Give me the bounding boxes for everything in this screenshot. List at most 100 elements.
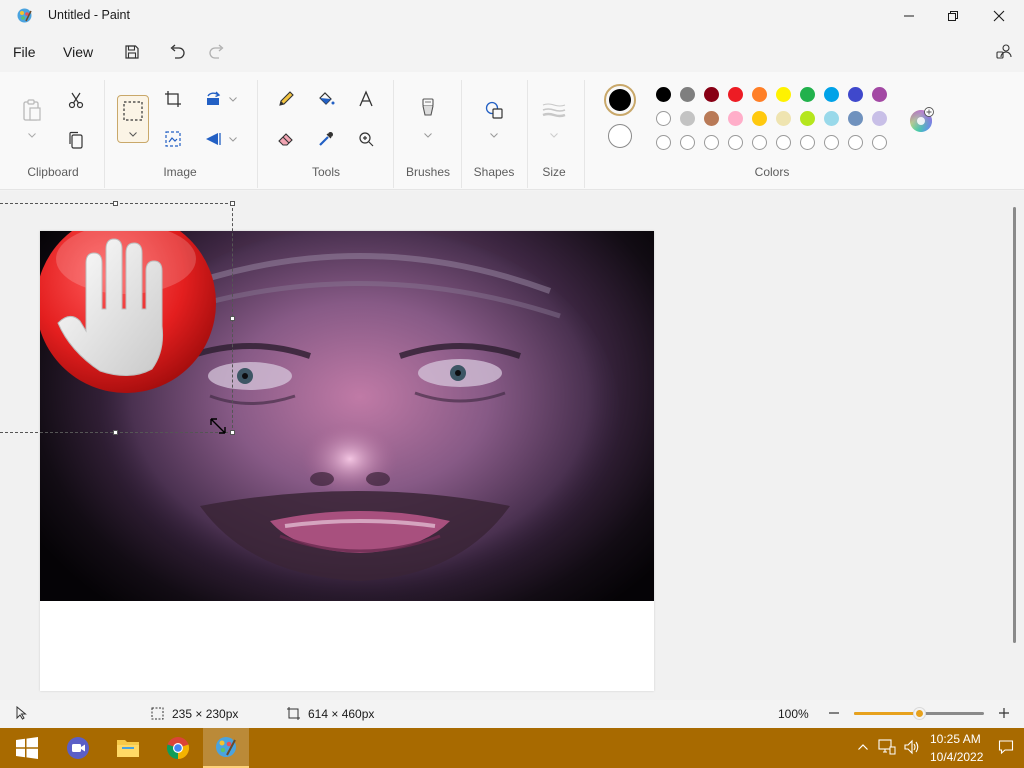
select-button[interactable]: [117, 95, 149, 143]
paint-taskbar-button[interactable]: [203, 728, 249, 768]
minimize-button[interactable]: [886, 0, 932, 32]
color-swatch[interactable]: [872, 111, 887, 126]
show-hidden-icons-button[interactable]: [857, 740, 869, 758]
shapes-dropdown-icon[interactable]: [489, 130, 499, 140]
color-swatch[interactable]: [680, 111, 695, 126]
custom-color-slot[interactable]: [776, 135, 791, 150]
color-swatch[interactable]: [752, 111, 767, 126]
image-group-label: Image: [163, 165, 197, 179]
selection-handle[interactable]: [230, 430, 235, 435]
color-swatch[interactable]: [656, 87, 671, 102]
flip-button[interactable]: [199, 125, 227, 153]
fill-button[interactable]: [312, 85, 340, 113]
plus-icon: [999, 708, 1009, 718]
paste-button[interactable]: [18, 94, 46, 126]
clipboard-group-label: Clipboard: [27, 165, 79, 179]
paste-dropdown-icon[interactable]: [27, 130, 37, 140]
custom-color-slot[interactable]: [752, 135, 767, 150]
custom-color-slot[interactable]: [728, 135, 743, 150]
custom-color-slot[interactable]: [824, 135, 839, 150]
account-button[interactable]: [990, 40, 1018, 64]
crop-button[interactable]: [159, 85, 187, 113]
scissors-icon: [68, 92, 84, 109]
custom-color-slot[interactable]: [848, 135, 863, 150]
secondary-color-button[interactable]: [608, 124, 632, 148]
primary-color-button[interactable]: [604, 84, 636, 116]
brushes-dropdown-icon[interactable]: [423, 130, 433, 140]
magnifier-button[interactable]: [352, 125, 380, 153]
edit-colors-button[interactable]: [908, 106, 936, 134]
rotate-dropdown-icon[interactable]: [228, 94, 238, 104]
color-swatch[interactable]: [656, 111, 671, 126]
zoom-in-button[interactable]: [996, 705, 1012, 721]
custom-color-slot[interactable]: [872, 135, 887, 150]
view-menu[interactable]: View: [63, 44, 93, 60]
chrome-button[interactable]: [155, 728, 201, 768]
flip-dropdown-icon[interactable]: [228, 134, 238, 144]
color-swatch[interactable]: [824, 111, 839, 126]
size-button[interactable]: [540, 96, 568, 124]
color-swatch[interactable]: [728, 111, 743, 126]
crop-icon: [165, 91, 181, 107]
selection-rectangle[interactable]: [0, 203, 233, 433]
color-swatch[interactable]: [800, 87, 815, 102]
select-dropdown-icon: [129, 132, 137, 137]
selection-handle[interactable]: [113, 201, 118, 206]
color-swatch[interactable]: [800, 111, 815, 126]
zoom-out-button[interactable]: [826, 705, 842, 721]
custom-color-slot[interactable]: [656, 135, 671, 150]
color-picker-button[interactable]: [312, 125, 340, 153]
file-menu[interactable]: File: [13, 44, 36, 60]
size-dropdown-icon[interactable]: [549, 130, 559, 140]
custom-color-slot[interactable]: [680, 135, 695, 150]
canvas-size-text: 614 × 460px: [308, 707, 375, 721]
color-swatch[interactable]: [824, 87, 839, 102]
vertical-scrollbar[interactable]: [1013, 207, 1016, 643]
zoom-level-text[interactable]: 100%: [778, 707, 809, 721]
notifications-button[interactable]: [998, 739, 1014, 760]
close-button[interactable]: [976, 0, 1022, 32]
redo-button[interactable]: [203, 40, 231, 64]
zoom-slider-thumb[interactable]: [913, 708, 925, 719]
clock-date[interactable]: 10/4/2022: [930, 750, 983, 764]
eraser-button[interactable]: [272, 125, 300, 153]
network-icon[interactable]: [878, 739, 896, 760]
save-button[interactable]: [118, 40, 146, 64]
color-swatch[interactable]: [680, 87, 695, 102]
windows-logo-icon: [16, 737, 38, 759]
window-title: Untitled - Paint: [48, 8, 130, 22]
rotate-button[interactable]: [199, 85, 227, 113]
color-swatch[interactable]: [776, 111, 791, 126]
custom-color-slot[interactable]: [800, 135, 815, 150]
undo-button[interactable]: [163, 40, 191, 64]
maximize-button[interactable]: [930, 0, 976, 32]
color-swatch[interactable]: [704, 87, 719, 102]
color-swatch[interactable]: [872, 87, 887, 102]
pencil-button[interactable]: [272, 85, 300, 113]
copy-button[interactable]: [62, 126, 90, 154]
shapes-icon: [485, 101, 503, 119]
file-explorer-button[interactable]: [105, 728, 151, 768]
color-swatch[interactable]: [848, 111, 863, 126]
video-call-button[interactable]: [55, 728, 101, 768]
text-button[interactable]: [352, 85, 380, 113]
custom-color-slot[interactable]: [704, 135, 719, 150]
zoom-slider[interactable]: [854, 708, 984, 719]
volume-icon[interactable]: [903, 739, 921, 760]
cut-button[interactable]: [62, 86, 90, 114]
selection-handle[interactable]: [113, 430, 118, 435]
selection-handle[interactable]: [230, 201, 235, 206]
color-swatch[interactable]: [752, 87, 767, 102]
brushes-button[interactable]: [414, 94, 442, 122]
ribbon: Clipboard Image Tools Brushes Shapes Siz…: [0, 72, 1024, 190]
color-swatch[interactable]: [704, 111, 719, 126]
color-swatch[interactable]: [848, 87, 863, 102]
selection-handle[interactable]: [230, 316, 235, 321]
image-select-button[interactable]: [159, 125, 187, 153]
color-swatch[interactable]: [776, 87, 791, 102]
clock-time[interactable]: 10:25 AM: [930, 732, 981, 746]
shapes-button[interactable]: [480, 96, 508, 124]
color-swatch[interactable]: [728, 87, 743, 102]
rectangle-select-icon: [123, 101, 143, 121]
start-button[interactable]: [4, 728, 50, 768]
